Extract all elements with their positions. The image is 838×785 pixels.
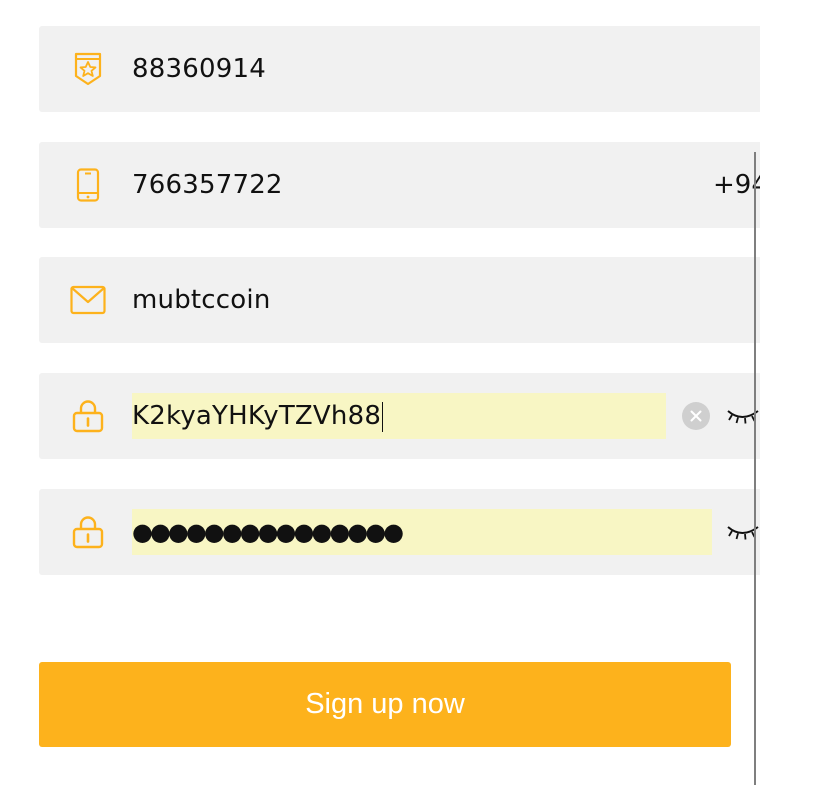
envelope-icon — [68, 280, 108, 320]
lock-icon — [68, 512, 108, 552]
sign-up-button[interactable]: Sign up now — [39, 662, 731, 747]
clear-password-button[interactable] — [682, 402, 710, 430]
confirm-password-field[interactable]: ●●●●●●●●●●●●●●● — [39, 489, 760, 575]
badge-star-icon — [68, 49, 108, 89]
password-text: K2kyaYHKyTZVh88 — [132, 401, 382, 431]
lock-icon — [68, 396, 108, 436]
username-field[interactable]: mubtccoin — [39, 257, 760, 343]
phone-input[interactable]: 766357722 — [132, 170, 283, 200]
confirm-password-input[interactable]: ●●●●●●●●●●●●●●● — [132, 509, 712, 555]
vertical-divider — [754, 152, 756, 785]
password-input[interactable]: K2kyaYHKyTZVh88 — [132, 393, 666, 439]
mobile-phone-icon — [68, 165, 108, 205]
country-code-prefix[interactable]: +94 — [713, 170, 760, 200]
text-caret — [382, 401, 384, 432]
invite-code-input[interactable]: 88360914 — [132, 54, 266, 84]
phone-field[interactable]: 766357722 +94 — [39, 142, 760, 228]
close-icon — [690, 410, 702, 422]
username-input[interactable]: mubtccoin — [132, 285, 271, 315]
invite-code-field[interactable]: 88360914 — [39, 26, 760, 112]
password-field[interactable]: K2kyaYHKyTZVh88 — [39, 373, 760, 459]
signup-form-page: 88360914 766357722 +94 mubtccoin — [0, 0, 838, 785]
